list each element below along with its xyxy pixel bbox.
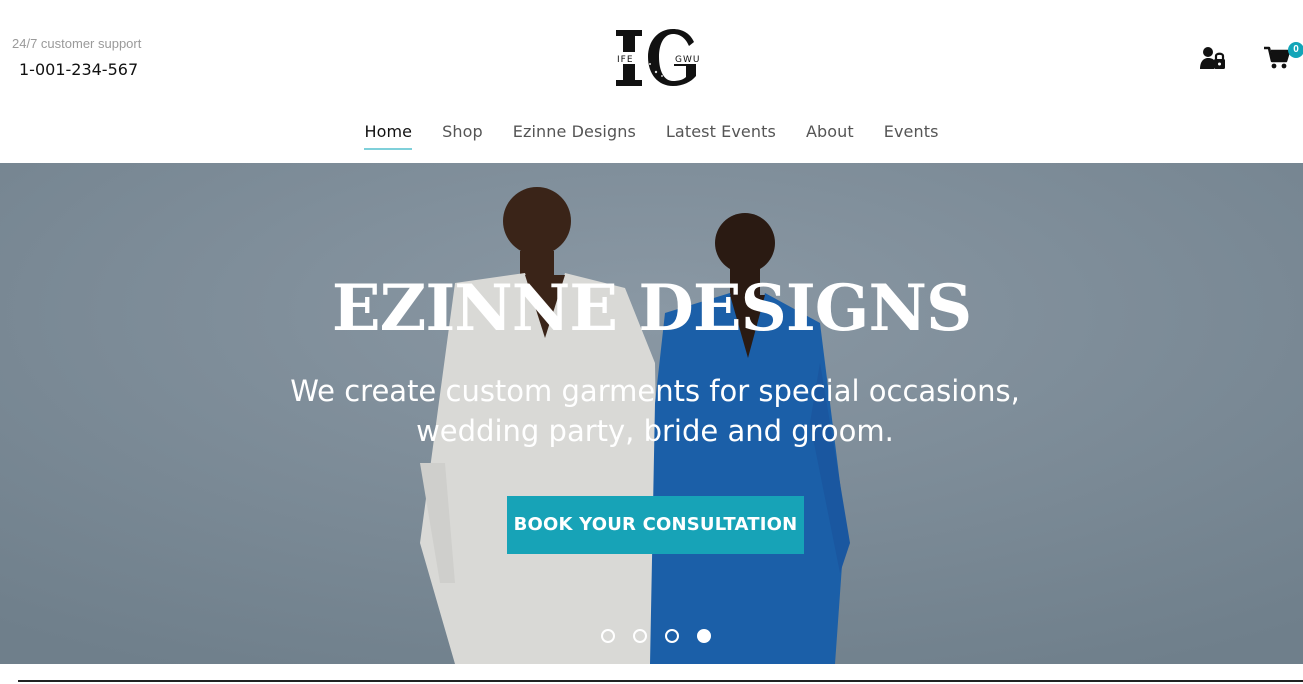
customer-support: 24/7 customer support 1-001-234-567	[12, 36, 141, 79]
nav-item-events[interactable]: Events	[869, 122, 954, 150]
logo-left-text: IFE	[617, 55, 634, 65]
site-logo[interactable]: IFE GWU	[606, 24, 706, 90]
hero-text: We create custom garments for special oc…	[290, 374, 1020, 448]
nav-item-shop[interactable]: Shop	[427, 122, 498, 150]
support-phone[interactable]: 1-001-234-567	[19, 60, 141, 79]
slider-dot-2[interactable]	[633, 629, 647, 643]
nav-item-latest-events[interactable]: Latest Events	[651, 122, 791, 150]
slider-dots	[601, 629, 711, 643]
nav-item-about[interactable]: About	[791, 122, 869, 150]
support-label: 24/7 customer support	[12, 36, 142, 51]
user-lock-icon[interactable]	[1200, 46, 1228, 70]
nav-item-ezinne-designs[interactable]: Ezinne Designs	[498, 122, 651, 150]
cart-count-badge: 0	[1288, 42, 1303, 58]
divider	[18, 680, 1303, 682]
hero-slider: EZINNE DESIGNS We create custom garments…	[0, 163, 1303, 664]
hero-title: EZINNE DESIGNS	[331, 271, 972, 346]
shopping-cart-icon[interactable]	[1264, 46, 1291, 70]
book-consultation-button[interactable]: BOOK YOUR CONSULTATION	[507, 496, 804, 554]
slider-dot-4[interactable]	[697, 629, 711, 643]
slider-dot-3[interactable]	[665, 629, 679, 643]
main-nav: Home Shop Ezinne Designs Latest Events A…	[0, 122, 1303, 150]
header-icons: 0	[1183, 42, 1303, 74]
logo-right-text: GWU	[675, 55, 700, 65]
slider-dot-1[interactable]	[601, 629, 615, 643]
nav-item-home[interactable]: Home	[349, 122, 427, 150]
